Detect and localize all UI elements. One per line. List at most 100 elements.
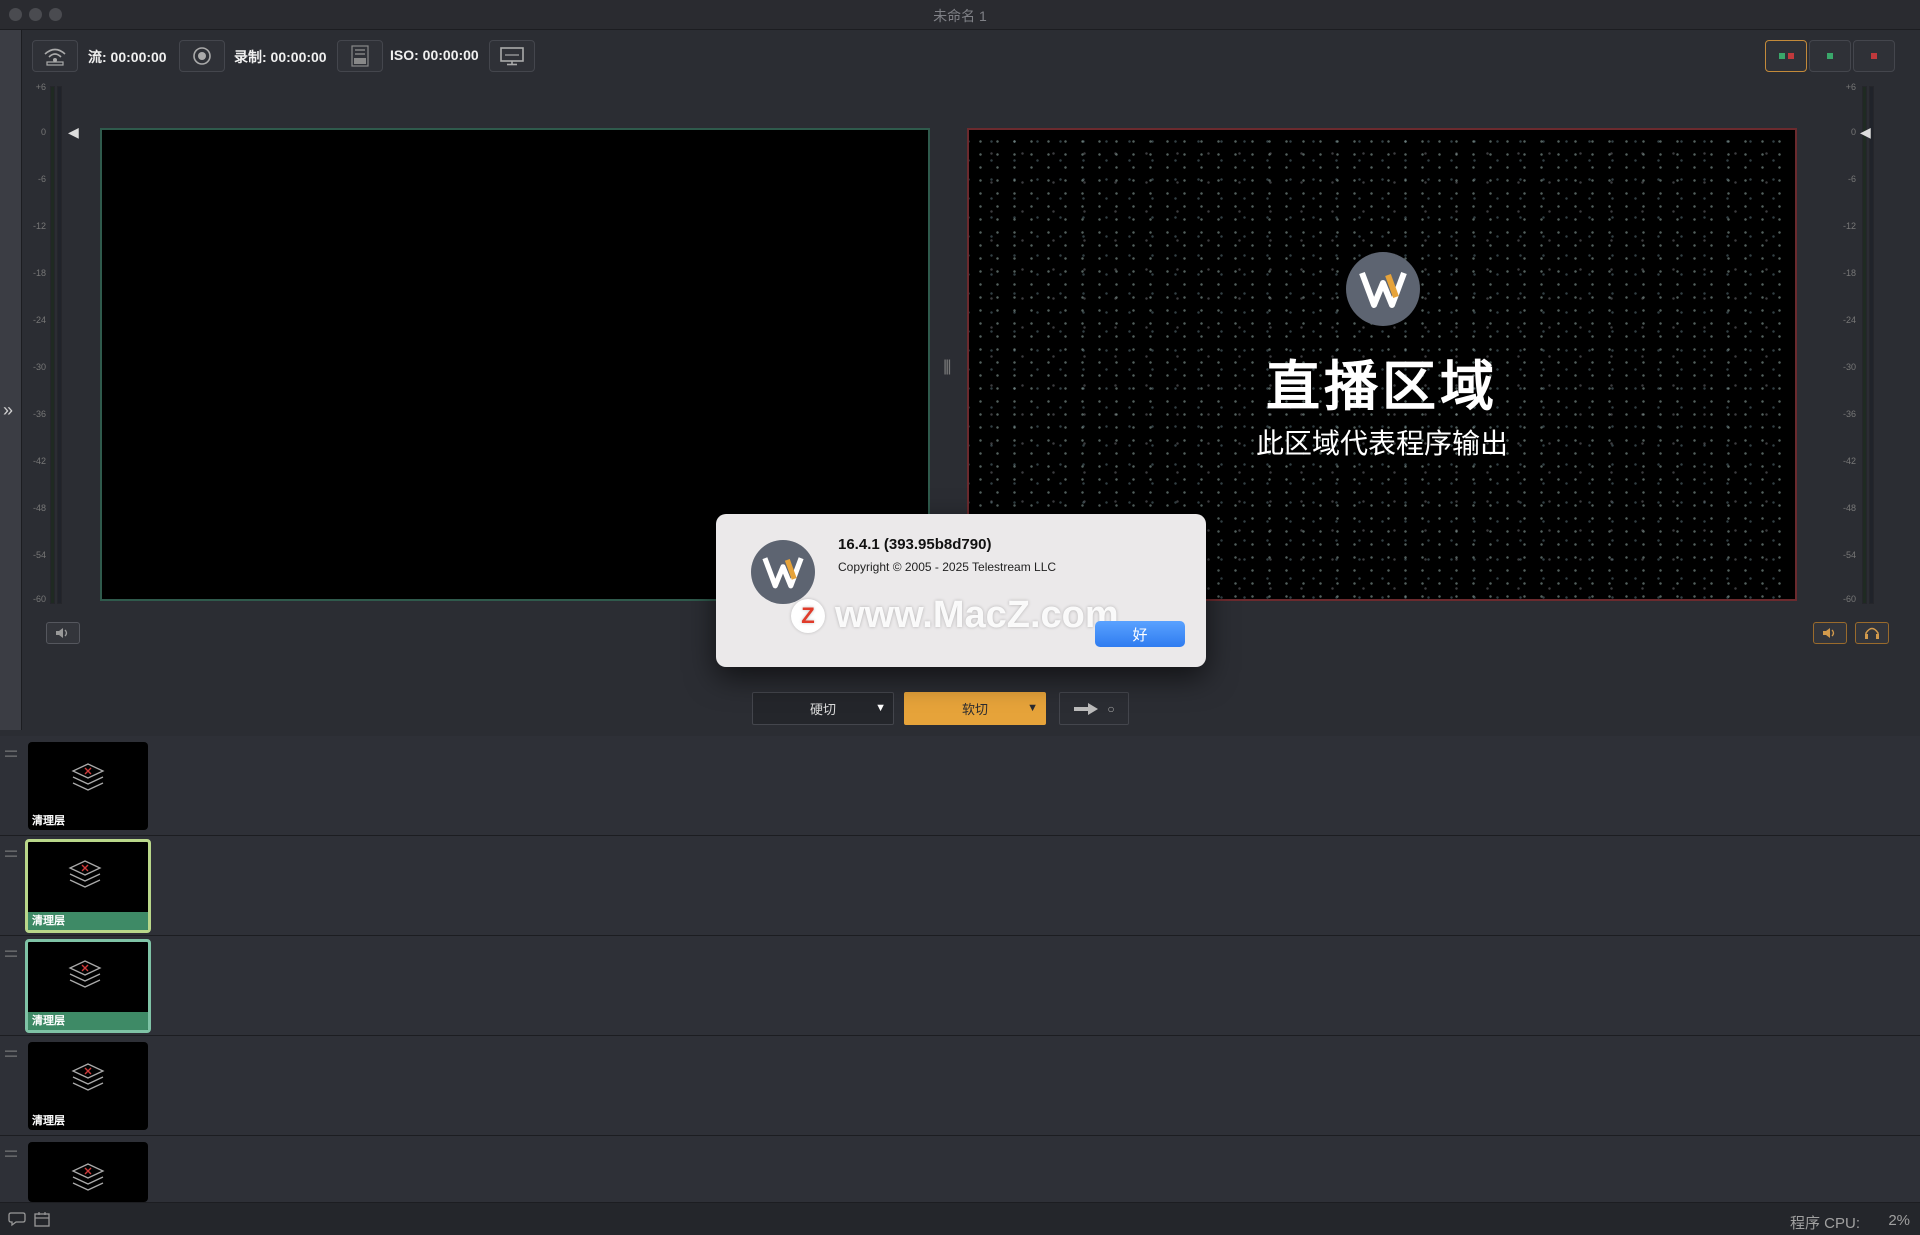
iso-rec-icon — [351, 45, 369, 67]
layout-preview-button[interactable] — [1809, 40, 1851, 72]
meter-tick: +6 — [35, 82, 46, 92]
record-button[interactable] — [179, 40, 225, 72]
layer-shot-label: 清理层 — [32, 1115, 65, 1127]
layer-row: — — 清理层 — [0, 936, 1920, 1036]
meter-tick: -36 — [1842, 409, 1856, 419]
record-timer: 录制: 00:00:00 — [234, 49, 327, 65]
headphones-icon — [1865, 627, 1879, 639]
soft-cut-label: 软切 — [961, 702, 988, 717]
program-title: 直播区域 — [1266, 355, 1498, 418]
arrow-right-icon — [1074, 702, 1099, 715]
stream-button[interactable] — [32, 40, 78, 72]
dropdown-caret-icon: ▼ — [1027, 702, 1038, 714]
drag-handle-icon[interactable]: — — — [5, 944, 17, 961]
display-output-button[interactable] — [489, 40, 535, 72]
speaker-icon — [56, 628, 68, 638]
copyright-text: Copyright © 2005 - 2025 Telestream LLC — [838, 560, 1057, 574]
watermark: Z www.MacZ.com — [791, 594, 1119, 637]
pane-divider-handle[interactable]: ||| — [943, 358, 952, 376]
drag-handle-icon[interactable]: — — — [5, 1044, 17, 1061]
meter-tick: 0 — [1850, 127, 1856, 137]
meter-bar — [50, 86, 55, 604]
iso-timer: ISO: 00:00:00 — [390, 47, 479, 63]
ok-button[interactable]: 好 — [1095, 621, 1185, 647]
layers-icon — [68, 860, 102, 888]
calendar-icon[interactable] — [34, 1211, 50, 1227]
meter-tick: -48 — [32, 503, 46, 513]
drag-handle-icon[interactable]: — — — [5, 844, 17, 861]
drag-handle-icon[interactable]: — — — [5, 744, 17, 761]
layers-icon — [71, 1063, 105, 1091]
meter-tick: 0 — [40, 127, 46, 137]
program-square-icon — [1871, 53, 1877, 59]
version-text: 16.4.1 (393.95b8d790) — [838, 536, 992, 553]
layer-shot-label: 清理层 — [28, 912, 148, 930]
wirecast-logo-icon — [1346, 252, 1420, 326]
layers-icon — [71, 1163, 105, 1191]
meter-tick: -42 — [1842, 456, 1856, 466]
program-square-icon — [1787, 53, 1794, 59]
program-mute-button[interactable] — [1813, 622, 1847, 644]
preview-square-icon — [1827, 53, 1833, 59]
layer-shot-label: 清理层 — [28, 1012, 148, 1030]
meter-tick: -60 — [32, 594, 46, 604]
layer-shot[interactable]: 清理层 — [28, 742, 148, 830]
meter-tick: -12 — [32, 221, 46, 231]
meter-tick: -60 — [1842, 594, 1856, 604]
go-button[interactable]: ○ — [1059, 692, 1129, 725]
volume-marker-icon[interactable]: ◀ — [1860, 124, 1871, 141]
drag-handle-icon[interactable]: — — — [5, 1144, 17, 1161]
hard-cut-select[interactable]: 硬切 ▼ — [752, 692, 894, 725]
meter-scale: +6 0 -6 -12 -18 -24 -30 -36 -42 -48 -54 … — [22, 82, 52, 607]
layout-program-button[interactable] — [1853, 40, 1895, 72]
meter-bar — [57, 86, 62, 604]
headphones-button[interactable] — [1855, 622, 1889, 644]
cpu-label: 程序 CPU: — [1789, 1215, 1860, 1232]
layer-row: — — 清理层 — [0, 836, 1920, 936]
layer-row: — — 清理层 — [0, 736, 1920, 836]
preview-audio-meter: +6 0 -6 -12 -18 -24 -30 -36 -42 -48 -54 … — [22, 82, 64, 607]
meter-tick: -12 — [1842, 221, 1856, 231]
program-audio-meter: +6 0 -6 -12 -18 -24 -30 -36 -42 -48 -54 … — [1832, 82, 1874, 607]
chat-icon[interactable] — [8, 1211, 26, 1227]
layer-shot-live[interactable]: 清理层 — [25, 939, 151, 1033]
cpu-value: 2% — [1888, 1212, 1910, 1229]
meter-bar — [1869, 86, 1874, 604]
meter-scale: +6 0 -6 -12 -18 -24 -30 -36 -42 -48 -54 … — [1832, 82, 1862, 607]
sources-sidebar-collapsed: » — [0, 30, 22, 730]
window-title: 未命名 1 — [933, 8, 987, 24]
watermark-text: www.MacZ.com — [835, 594, 1119, 636]
meter-tick: +6 — [1845, 82, 1856, 92]
meter-tick: -18 — [1842, 268, 1856, 278]
layer-shot[interactable] — [28, 1142, 148, 1202]
meter-tick: -54 — [32, 550, 46, 560]
layers-panel: — — 清理层 — — 清理层 — — 清理层 — — 清理层 — — — [0, 736, 1920, 1202]
expand-sidebar-icon[interactable]: » — [3, 400, 13, 421]
layers-icon — [68, 960, 102, 988]
volume-marker-icon[interactable]: ◀ — [68, 124, 79, 141]
record-icon — [193, 47, 211, 65]
layer-shot[interactable]: 清理层 — [28, 1042, 148, 1130]
meter-tick: -18 — [32, 268, 46, 278]
program-subtitle: 此区域代表程序输出 — [1255, 427, 1508, 460]
layer-shot-selected[interactable]: 清理层 — [25, 839, 151, 933]
preview-mute-button[interactable] — [46, 622, 80, 644]
soft-cut-select[interactable]: 软切 ▼ — [904, 692, 1046, 725]
meter-tick: -24 — [32, 315, 46, 325]
meter-tick: -36 — [32, 409, 46, 419]
layer-row: — — — [0, 1136, 1920, 1202]
meter-tick: -24 — [1842, 315, 1856, 325]
meter-tick: -54 — [1842, 550, 1856, 560]
monitor-icon — [500, 47, 524, 66]
layout-both-button[interactable] — [1765, 40, 1807, 72]
meter-tick: -30 — [1842, 362, 1856, 372]
about-dialog: 16.4.1 (393.95b8d790) Copyright © 2005 -… — [716, 514, 1206, 667]
broadcast-icon — [44, 48, 66, 66]
stream-timer: 流: 00:00:00 — [88, 49, 167, 65]
watermark-badge-icon: Z — [791, 598, 825, 633]
iso-record-button[interactable] — [337, 40, 383, 72]
meter-tick: -48 — [1842, 503, 1856, 513]
title-bar: 未命名 1 — [0, 0, 1920, 30]
layer-shot-label: 清理层 — [32, 815, 65, 827]
hard-cut-label: 硬切 — [809, 702, 836, 717]
